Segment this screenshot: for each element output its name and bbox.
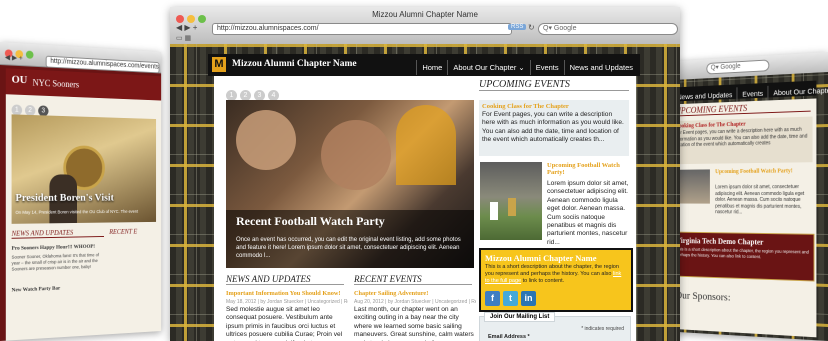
news-post-text: Sed molestie augue sit amet leo consequa… bbox=[226, 306, 343, 341]
left-hero-image: President Boren's Visit On May 14, Presi… bbox=[11, 114, 157, 224]
nav-news[interactable]: News and Updates bbox=[563, 60, 638, 75]
site-title[interactable]: Mizzou Alumni Chapter Name bbox=[232, 59, 357, 69]
bookmarks-icon[interactable]: ▭ ▦ bbox=[176, 34, 191, 42]
left-hero-caption: On May 14, President Boren visited the O… bbox=[15, 208, 139, 215]
sponsors-heading: Our Sponsors: bbox=[675, 289, 731, 304]
upcoming-heading: UPCOMING EVENTS bbox=[479, 79, 629, 91]
nav-home[interactable]: Home bbox=[416, 60, 447, 75]
hero-image[interactable]: Recent Football Watch Party Once an even… bbox=[226, 100, 474, 268]
recent-post-title[interactable]: Chapter Sailing Adventure! bbox=[354, 290, 476, 297]
center-search-field[interactable]: Q▾ Google bbox=[538, 23, 678, 35]
left-hero-title: President Boren's Visit bbox=[15, 191, 114, 204]
right-event-text-2: Lorem ipsum dolor sit amet, consectetuer… bbox=[715, 184, 805, 216]
right-event-card: Cooking Class for The Chapter For Event … bbox=[671, 116, 813, 165]
player-figure bbox=[508, 198, 516, 216]
center-browser-window: Mizzou Alumni Chapter Name ◀ ▶ + http://… bbox=[170, 7, 680, 341]
content-panel: 1234 Recent Football Watch Party Once an… bbox=[214, 76, 636, 341]
left-recent-heading: RECENT E bbox=[109, 227, 138, 236]
center-window-toolbar: Mizzou Alumni Chapter Name ◀ ▶ + http://… bbox=[170, 7, 680, 45]
news-post-meta: May 18, 2012 | by Jordan Stuecker | Unca… bbox=[226, 299, 348, 305]
left-post-text: Sooner Sooner, Oklahoma fans! It's that … bbox=[11, 252, 100, 272]
chapter-box-description-end: to link to content. bbox=[522, 278, 565, 284]
back-forward-icon[interactable]: ◀ ▶ + bbox=[5, 53, 23, 62]
news-post-title[interactable]: Important Information You Should Know! bbox=[226, 290, 348, 297]
hero-title[interactable]: Recent Football Watch Party bbox=[236, 214, 385, 229]
left-page: OU NYC Sooners 123 President Boren's Vis… bbox=[5, 68, 162, 341]
event-title-2[interactable]: Upcoming Football Watch Party! bbox=[547, 162, 631, 176]
chapter-box: Mizzou Alumni Chapter Name This is a sho… bbox=[479, 248, 633, 312]
chapter-box-text: This is a short description about the ch… bbox=[481, 263, 631, 286]
right-content: UPCOMING EVENTS Cooking Class for The Ch… bbox=[671, 98, 817, 338]
event-title[interactable]: Cooking Class for The Chapter bbox=[479, 100, 629, 110]
crowd-shirt bbox=[396, 105, 456, 185]
center-address-bar[interactable]: http://mizzou.alumnispaces.com/ bbox=[212, 23, 512, 35]
required-note: * indicates required bbox=[581, 326, 624, 332]
left-post-title-2[interactable]: New Watch Party Bar bbox=[12, 286, 61, 294]
reload-icon[interactable]: ↻ bbox=[528, 23, 535, 32]
player-figure bbox=[490, 202, 498, 220]
facebook-icon[interactable]: f bbox=[485, 291, 500, 306]
crowd-face bbox=[321, 120, 391, 190]
mailing-list-panel: Join Our Mailing List * indicates requir… bbox=[479, 312, 631, 341]
recent-heading: RECENT EVENTS bbox=[354, 274, 472, 285]
news-heading: NEWS AND UPDATES bbox=[226, 274, 344, 285]
left-news-heading: NEWS AND UPDATES bbox=[11, 228, 104, 239]
window-title: Mizzou Alumni Chapter Name bbox=[372, 10, 478, 19]
right-event-title-2[interactable]: Upcoming Football Watch Party! bbox=[715, 168, 807, 175]
linkedin-icon[interactable]: in bbox=[521, 291, 536, 306]
back-forward-icon[interactable]: ◀ ▶ + bbox=[176, 23, 197, 32]
mailing-list-tab[interactable]: Join Our Mailing List bbox=[484, 312, 556, 322]
zoom-icon[interactable] bbox=[25, 50, 34, 59]
right-chapter-box: Virginia Tech Demo Chapter This is a sho… bbox=[671, 231, 815, 282]
site-header: M Mizzou Alumni Chapter Name Home About O… bbox=[208, 54, 640, 76]
nav-events[interactable]: Events bbox=[736, 85, 768, 102]
nav-about[interactable]: About Our Chapter ⌄ bbox=[767, 82, 828, 101]
social-icons: f t in bbox=[481, 286, 631, 308]
event-text-2: Lorem ipsum dolor sit amet, consectetuer… bbox=[547, 180, 629, 246]
ou-logo-icon: OU bbox=[11, 73, 28, 87]
hero-caption: Once an event has occurred, you can edit… bbox=[236, 237, 461, 259]
event-text: For Event pages, you can write a descrip… bbox=[482, 111, 624, 144]
recent-post-meta: Aug 20, 2012 | by Jordan Stuecker | Unca… bbox=[354, 299, 476, 305]
nav-about[interactable]: About Our Chapter ⌄ bbox=[447, 60, 529, 75]
rss-icon[interactable]: RSS bbox=[508, 24, 527, 30]
chapter-box-title: Mizzou Alumni Chapter Name bbox=[485, 253, 597, 263]
crowd-face bbox=[236, 110, 296, 170]
event-card: Cooking Class for The Chapter For Event … bbox=[479, 100, 629, 156]
left-browser-window: http://mizzou.alumnispaces.com/events/ ◀… bbox=[0, 42, 162, 341]
twitter-icon[interactable]: t bbox=[503, 291, 518, 306]
recent-post-text: Last month, our chapter went on an excit… bbox=[354, 306, 474, 341]
chapter-box-description: This is a short description about the ch… bbox=[485, 264, 619, 277]
right-search-field[interactable]: Q▾ Google bbox=[706, 59, 770, 75]
left-site-title: NYC Sooners bbox=[32, 77, 80, 90]
left-post-title[interactable]: Pro Sooners Happy Hour!!! WHOOP! bbox=[12, 244, 95, 252]
email-label: Email Address * bbox=[488, 334, 530, 340]
right-upcoming-heading: UPCOMING EVENTS bbox=[675, 100, 811, 117]
right-chapter-text: This is a short description about the ch… bbox=[676, 246, 809, 260]
mizzou-logo-icon[interactable]: M bbox=[212, 57, 226, 72]
center-page-background: M Mizzou Alumni Chapter Name Home About O… bbox=[170, 44, 680, 341]
event-image[interactable] bbox=[480, 162, 542, 240]
right-browser-window: Q▾ Google News and Updates Events About Ou… bbox=[671, 52, 828, 341]
right-event-text: For Event pages, you can write a descrip… bbox=[675, 126, 808, 149]
right-page-background: News and Updates Events About Our Chapter … bbox=[671, 72, 828, 341]
nav-events[interactable]: Events bbox=[529, 60, 564, 75]
